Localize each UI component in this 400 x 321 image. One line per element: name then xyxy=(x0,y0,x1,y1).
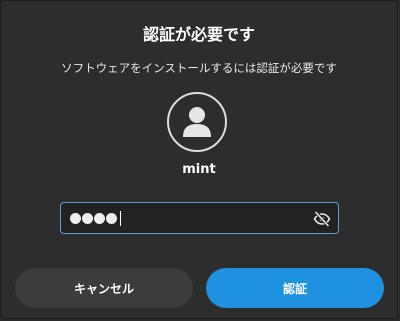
dialog-message: ソフトウェアをインストールするには認証が必要です xyxy=(61,61,337,75)
cancel-button[interactable]: キャンセル xyxy=(15,268,193,308)
password-dot xyxy=(94,212,105,224)
auth-dialog: 認証が必要です ソフトウェアをインストールするには認証が必要です mint キャ… xyxy=(0,0,398,319)
dialog-title: 認証が必要です xyxy=(142,25,255,44)
password-input[interactable] xyxy=(60,202,339,234)
password-dot xyxy=(82,212,93,224)
eye-slash-icon[interactable] xyxy=(313,210,331,228)
password-dot xyxy=(106,212,117,224)
user-avatar-icon xyxy=(167,92,227,152)
text-caret xyxy=(120,210,121,226)
password-mask xyxy=(70,203,121,233)
password-dot xyxy=(70,212,81,224)
authenticate-button[interactable]: 認証 xyxy=(206,268,384,308)
username-label: mint xyxy=(182,162,216,177)
